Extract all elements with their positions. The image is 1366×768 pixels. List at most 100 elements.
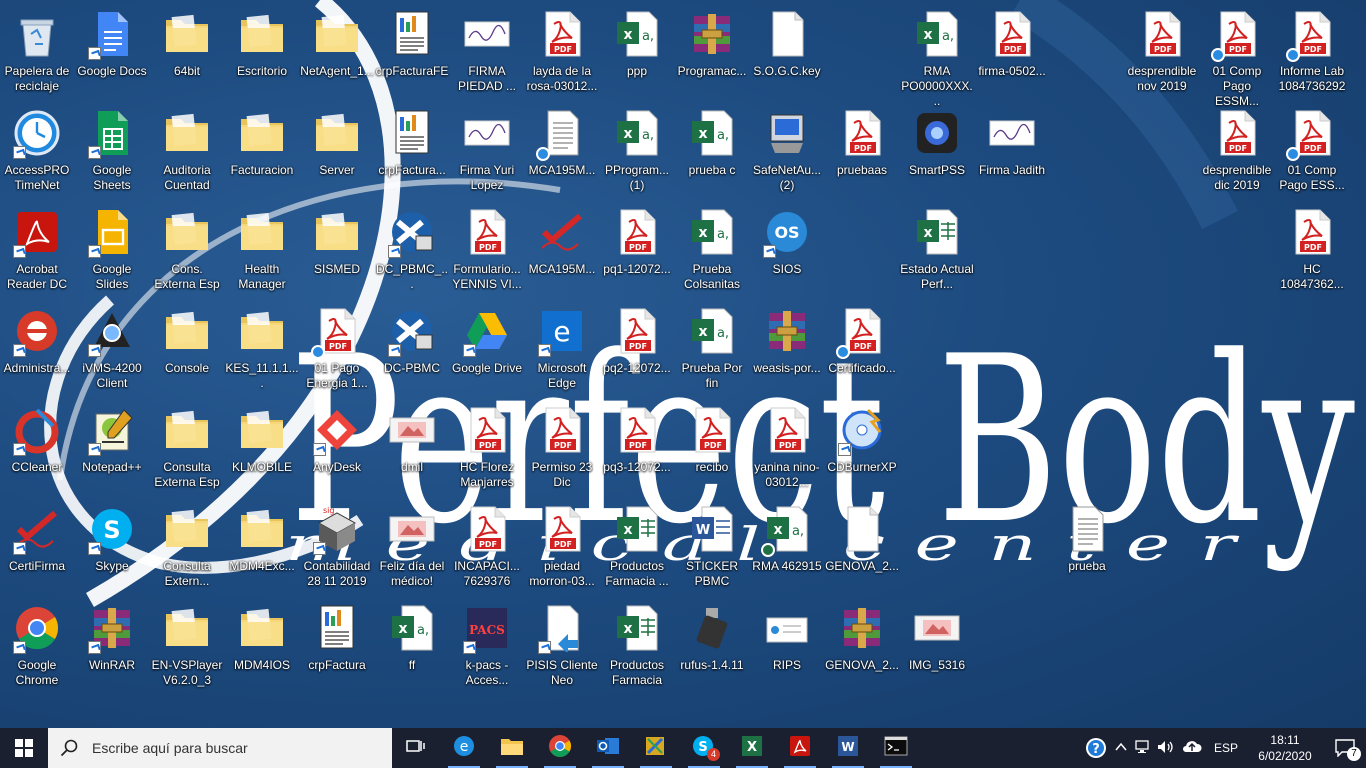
desktop-icon[interactable]: Feliz día del médico! <box>375 499 449 595</box>
desktop-icon[interactable]: x Estado Actual Perf... <box>900 202 974 298</box>
desktop-icon[interactable]: x Productos Farmacia <box>600 598 674 694</box>
desktop-icon[interactable]: Notepad++ <box>75 400 149 496</box>
desktop-icon[interactable]: W STICKER PBMC <box>675 499 749 595</box>
input-language-indicator[interactable]: ESP <box>1206 741 1246 755</box>
desktop-icon[interactable]: S.O.G.C.key <box>750 4 824 100</box>
taskbar-outlook-button[interactable] <box>584 728 632 768</box>
desktop-icon[interactable]: MDM4Exc... <box>225 499 299 595</box>
desktop-icon[interactable]: MDM4IOS <box>225 598 299 694</box>
desktop-icon[interactable]: iVMS-4200 Client <box>75 301 149 397</box>
desktop-icon[interactable]: Consulta Externa Esp <box>150 400 224 496</box>
desktop-icon[interactable]: PDF INCAPACI... 7629376 <box>450 499 524 595</box>
desktop-icon[interactable]: Escritorio <box>225 4 299 100</box>
desktop-icon[interactable]: PDF HC Florez Manjarres <box>450 400 524 496</box>
desktop-icon[interactable]: SISMED <box>300 202 374 298</box>
desktop-icon[interactable]: EN-VSPlayer V6.2.0_3 <box>150 598 224 694</box>
desktop-icon[interactable]: SafeNetAu... (2) <box>750 103 824 199</box>
desktop-icon[interactable]: x a, ppp <box>600 4 674 100</box>
desktop-icon[interactable]: Administra... <box>0 301 74 397</box>
desktop-icon[interactable]: sig Contabilidad 28 11 2019 <box>300 499 374 595</box>
show-hidden-icons-chevron-icon[interactable] <box>1110 741 1132 755</box>
desktop-icon[interactable]: MCA195M... <box>525 103 599 199</box>
desktop-icon[interactable]: PACS k-pacs - Acces... <box>450 598 524 694</box>
desktop-icon[interactable]: GENOVA_2... <box>825 598 899 694</box>
desktop-icon[interactable]: PDF yanina nino-03012... <box>750 400 824 496</box>
desktop-icon[interactable]: Firma Jadith <box>975 103 1049 199</box>
desktop-icon[interactable]: PDF firma-0502... <box>975 4 1049 100</box>
desktop-icon[interactable]: CertiFirma <box>0 499 74 595</box>
desktop-icon[interactable]: x a, Prueba Colsanitas <box>675 202 749 298</box>
taskbar-word-button[interactable]: W <box>824 728 872 768</box>
desktop-icon[interactable]: WinRAR <box>75 598 149 694</box>
desktop-icon[interactable]: CDBurnerXP <box>825 400 899 496</box>
desktop-icon[interactable]: x a, Prueba Por fin <box>675 301 749 397</box>
desktop-icon[interactable]: PDF Certificado... <box>825 301 899 397</box>
desktop-icon[interactable]: Google Slides <box>75 202 149 298</box>
desktop-icon[interactable]: Auditoria Cuentad <box>150 103 224 199</box>
desktop-icon[interactable]: KES_11.1.1.... <box>225 301 299 397</box>
taskbar-network-tool-button[interactable] <box>632 728 680 768</box>
desktop-icon[interactable]: PDF desprendible dic 2019 <box>1200 103 1274 199</box>
desktop-icon[interactable]: PDF 01 Comp Pago ESS... <box>1275 103 1349 199</box>
desktop-icon[interactable]: AccessPRO TimeNet <box>0 103 74 199</box>
taskbar-task-view-button[interactable] <box>392 728 440 768</box>
desktop-icon[interactable]: PDF Formulario... YENNIS VI... <box>450 202 524 298</box>
desktop-icon[interactable]: x a, ff <box>375 598 449 694</box>
desktop-icon[interactable]: PDF desprendible nov 2019 <box>1125 4 1199 100</box>
desktop-icon[interactable]: DC-PBMC <box>375 301 449 397</box>
desktop-icon[interactable]: x a, prueba c <box>675 103 749 199</box>
desktop-icon[interactable]: DC_PBMC_... <box>375 202 449 298</box>
taskbar-skype-button[interactable]: S4 <box>680 728 728 768</box>
desktop-icon[interactable]: Google Drive <box>450 301 524 397</box>
volume-icon[interactable] <box>1154 740 1178 757</box>
desktop-icon[interactable]: S Skype <box>75 499 149 595</box>
desktop-icon[interactable]: Papelera de reciclaje <box>0 4 74 100</box>
desktop-icon[interactable]: Google Sheets <box>75 103 149 199</box>
desktop-icon[interactable]: RIPS <box>750 598 824 694</box>
desktop-icon[interactable]: Google Chrome <box>0 598 74 694</box>
start-button[interactable] <box>0 728 48 768</box>
desktop-icon[interactable]: PDF Informe Lab 1084736292 <box>1275 4 1349 100</box>
desktop-icon[interactable]: e Microsoft Edge <box>525 301 599 397</box>
taskbar-cmd-button[interactable] <box>872 728 920 768</box>
desktop-icon[interactable]: Cons. Externa Esp <box>150 202 224 298</box>
desktop-icon[interactable]: x a, RMA 462915 <box>750 499 824 595</box>
desktop-icon[interactable]: crpFactura... <box>375 103 449 199</box>
desktop-icon[interactable]: OS SIOS <box>750 202 824 298</box>
desktop-icon[interactable]: Server <box>300 103 374 199</box>
desktop-icon[interactable]: PDF 01 Pago Energia 1... <box>300 301 374 397</box>
desktop-icon[interactable]: crpFacturaFE <box>375 4 449 100</box>
desktop-icon[interactable]: rufus-1.4.11 <box>675 598 749 694</box>
desktop-icon[interactable]: PDF Permiso 23 Dic <box>525 400 599 496</box>
desktop-icon[interactable]: KLMOBILE <box>225 400 299 496</box>
desktop-icon[interactable]: PDF layda de la rosa-03012... <box>525 4 599 100</box>
taskbar-chrome-button[interactable] <box>536 728 584 768</box>
desktop-icon[interactable]: PDF 01 Comp Pago ESSM... <box>1200 4 1274 108</box>
taskbar-clock[interactable]: 18:11 6/02/2020 <box>1246 732 1324 764</box>
desktop-icon[interactable]: SmartPSS <box>900 103 974 199</box>
desktop-icon[interactable]: CCleaner <box>0 400 74 496</box>
action-center-button[interactable]: 7 <box>1324 739 1366 761</box>
taskbar-excel-button[interactable]: X <box>728 728 776 768</box>
desktop-icon[interactable]: PDF pruebaas <box>825 103 899 199</box>
desktop-icon[interactable]: PDF piedad morron-03... <box>525 499 599 595</box>
desktop-icon[interactable]: dmil <box>375 400 449 496</box>
desktop-icon[interactable]: Consulta Extern... <box>150 499 224 595</box>
desktop-icon[interactable]: Programac... <box>675 4 749 100</box>
desktop-icon[interactable]: GENOVA_2... <box>825 499 899 595</box>
desktop-icon[interactable]: crpFactura <box>300 598 374 694</box>
desktop-icon[interactable]: IMG_5316 <box>900 598 974 694</box>
onedrive-icon[interactable] <box>1178 740 1206 757</box>
desktop-icon[interactable]: 64bit <box>150 4 224 100</box>
taskbar-edge-button[interactable]: e <box>440 728 488 768</box>
desktop-icon[interactable]: PDF recibo <box>675 400 749 496</box>
desktop-icon[interactable]: prueba <box>1050 499 1124 595</box>
taskbar-file-explorer-button[interactable] <box>488 728 536 768</box>
desktop-icon[interactable]: Console <box>150 301 224 397</box>
desktop-icon[interactable]: PISIS Cliente Neo <box>525 598 599 694</box>
desktop-icon[interactable]: Google Docs <box>75 4 149 100</box>
desktop-icon[interactable]: PDF pq1-12072... <box>600 202 674 298</box>
taskbar-acrobat-button[interactable] <box>776 728 824 768</box>
desktop-icon[interactable]: Health Manager <box>225 202 299 298</box>
desktop-icon[interactable]: PDF pq3-12072... <box>600 400 674 496</box>
